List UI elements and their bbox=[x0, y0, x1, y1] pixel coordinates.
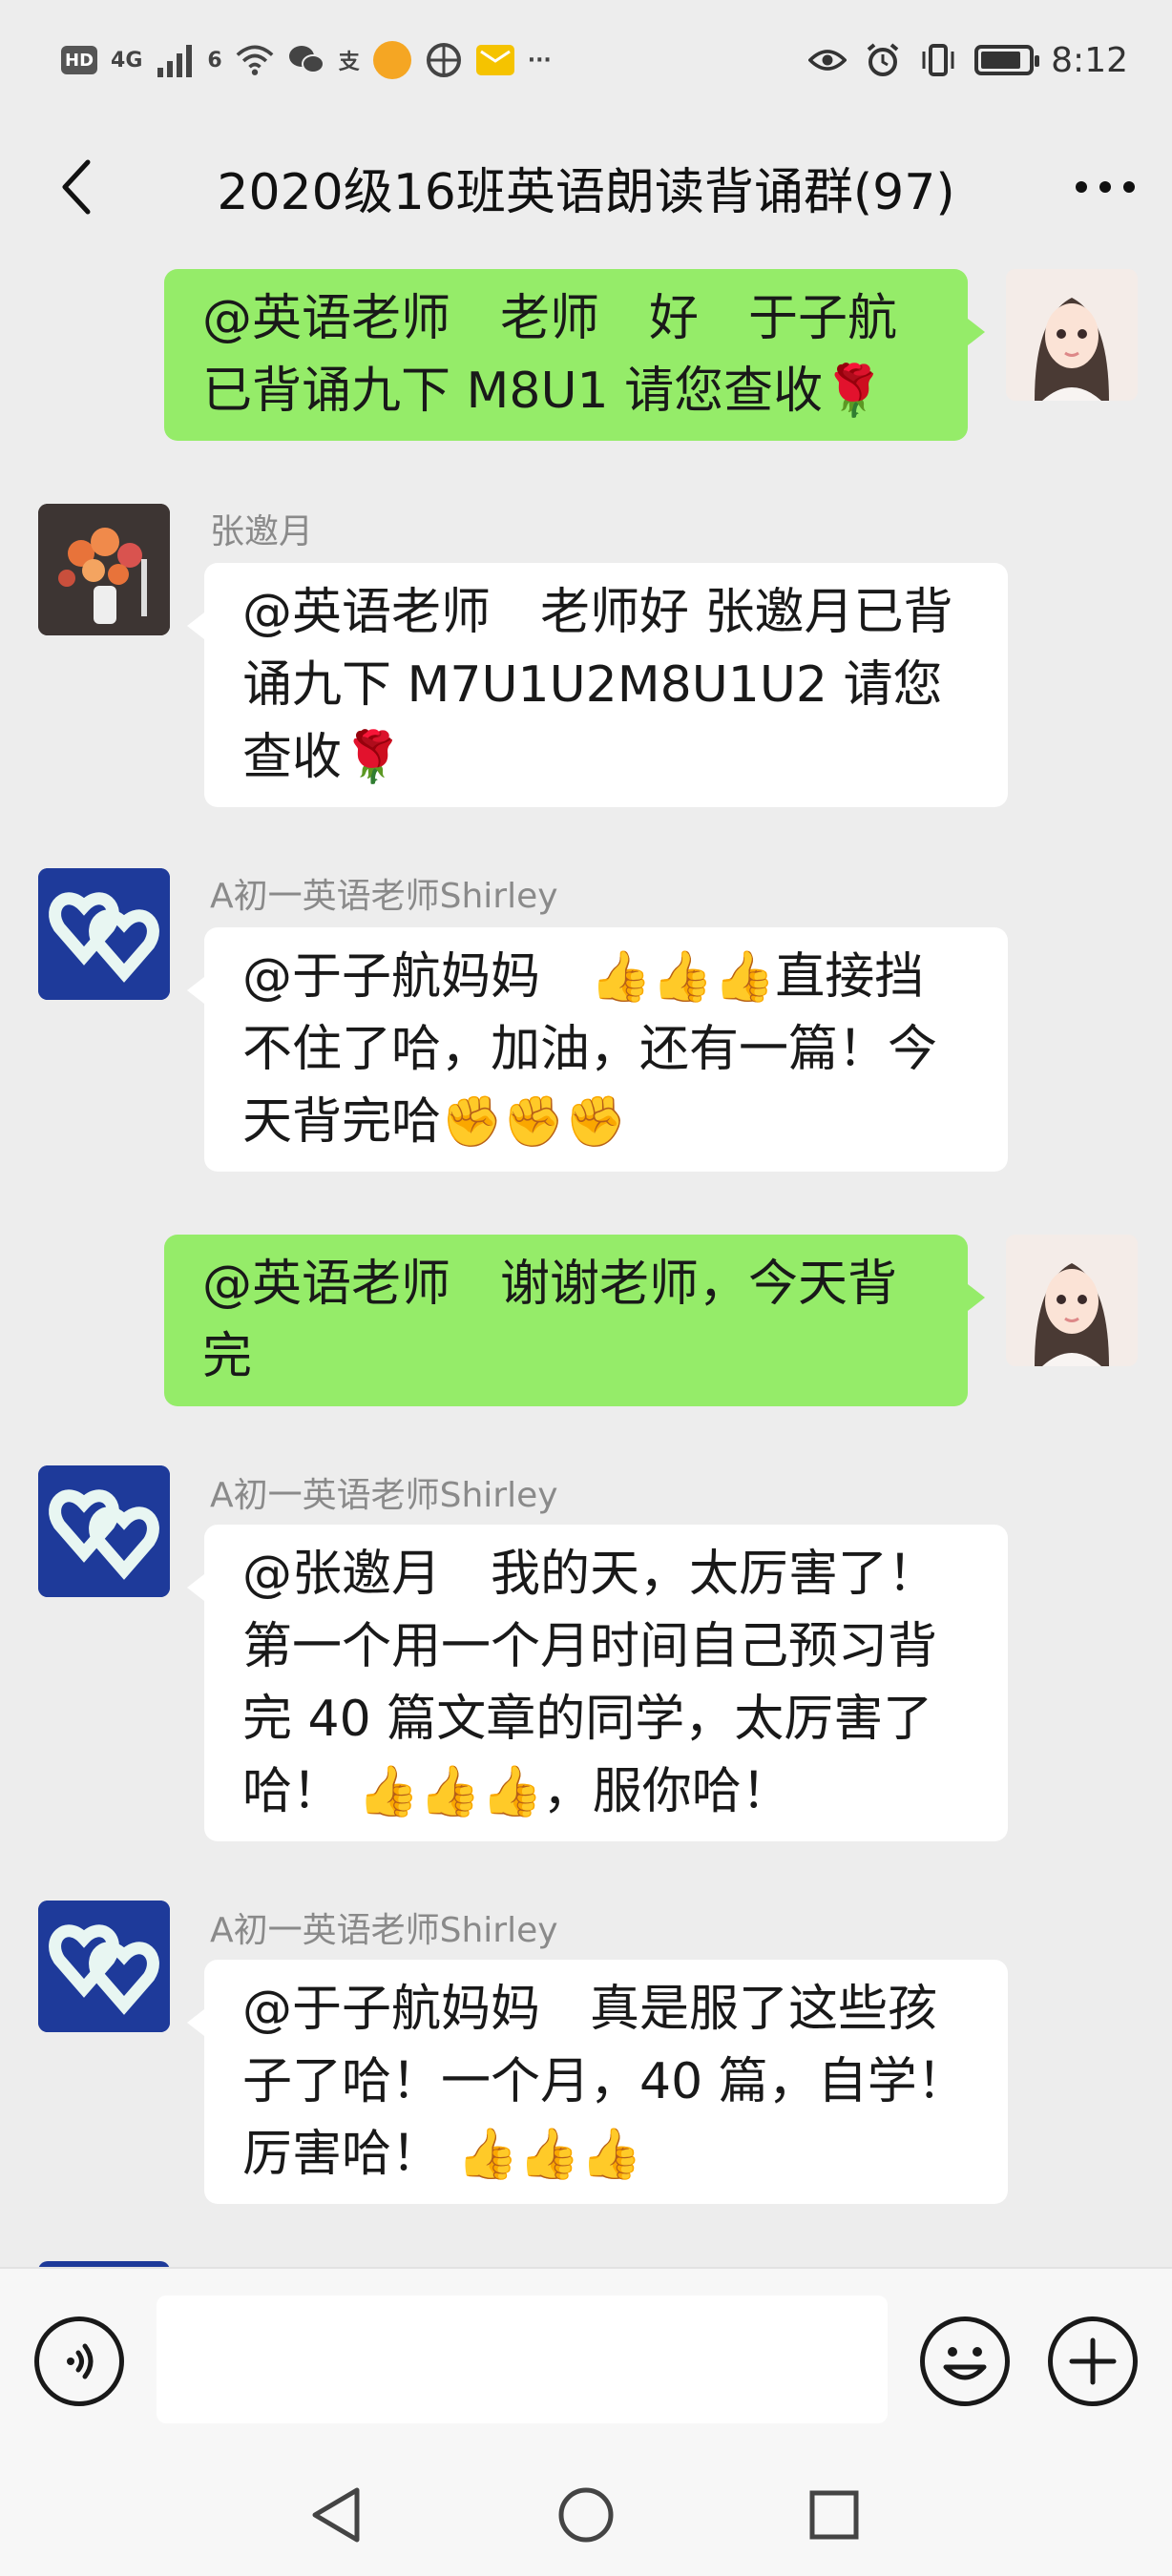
more-functions-button[interactable] bbox=[1048, 2316, 1138, 2406]
more-notifications: ··· bbox=[527, 48, 552, 73]
nav-recents-button[interactable] bbox=[786, 2467, 882, 2563]
sender-name: A初一英语老师Shirley bbox=[210, 1911, 558, 1950]
vibrate-icon bbox=[919, 41, 957, 79]
message-list[interactable]: @英语老师 老师 好 于子航已背诵九下 M8U1 请您查收🌹 张邀月 @英语老师… bbox=[0, 254, 1172, 2267]
wifi-generation: 6 bbox=[207, 48, 222, 73]
avatar[interactable] bbox=[38, 1465, 170, 1597]
page-title: 2020级16班英语朗读背诵群(97) bbox=[217, 163, 955, 221]
input-bar bbox=[0, 2267, 1172, 2448]
smiley-icon bbox=[943, 2347, 987, 2380]
battery-level bbox=[981, 52, 1020, 69]
mail-icon bbox=[475, 45, 514, 75]
sender-name: 张邀月 bbox=[210, 512, 314, 551]
chevron-left-icon bbox=[62, 159, 91, 215]
voice-input-button[interactable] bbox=[34, 2316, 124, 2406]
square-recents-icon bbox=[809, 2490, 859, 2540]
more-dots-icon bbox=[1076, 181, 1135, 193]
wifi-icon bbox=[236, 41, 274, 79]
basketball-icon bbox=[425, 41, 463, 79]
status-bar: HD 4G 6 支 ··· 8:12 bbox=[0, 0, 1172, 120]
status-left: HD 4G 6 支 ··· bbox=[61, 36, 552, 84]
sender-name: A初一英语老师Shirley bbox=[210, 1476, 558, 1515]
status-time: 8:12 bbox=[1051, 40, 1128, 80]
avatar[interactable] bbox=[38, 868, 170, 1000]
message-input[interactable] bbox=[157, 2296, 888, 2423]
plus-icon bbox=[1069, 2337, 1117, 2385]
message-bubble-other[interactable]: @于子航妈妈 真是服了这些孩子了哈！一个月，40 篇，自学！厉害哈！ 👍👍👍 bbox=[187, 1960, 1008, 2204]
alarm-icon bbox=[864, 41, 902, 79]
message-bubble-self[interactable]: @英语老师 老师 好 于子航已背诵九下 M8U1 请您查收🌹 bbox=[164, 269, 985, 441]
triangle-back-icon bbox=[312, 2487, 360, 2543]
wechat-icon bbox=[287, 41, 325, 79]
signal-icon bbox=[156, 41, 194, 79]
nav-home-button[interactable] bbox=[538, 2467, 634, 2563]
avatar[interactable] bbox=[1006, 269, 1138, 401]
nav-back-button[interactable] bbox=[288, 2467, 384, 2563]
message-bubble-other[interactable]: @于子航妈妈 👍👍👍直接挡不住了哈，加油，还有一篇！今天背完哈✊✊✊ bbox=[187, 927, 1008, 1172]
avatar[interactable] bbox=[38, 1901, 170, 2032]
alipay-icon: 支 bbox=[338, 51, 360, 74]
emoji-button[interactable] bbox=[920, 2316, 1010, 2406]
sender-name: A初一英语老师Shirley bbox=[210, 877, 558, 916]
hd-indicator: HD bbox=[61, 46, 98, 74]
more-options-button[interactable] bbox=[1067, 149, 1143, 225]
message-bubble-other[interactable]: @英语老师 老师好 张邀月已背诵九下 M7U1U2M8U1U2 请您查收🌹 bbox=[187, 563, 1008, 807]
avatar[interactable] bbox=[1006, 1235, 1138, 1366]
chat-header: 2020级16班英语朗读背诵群(97) bbox=[0, 120, 1172, 254]
back-button[interactable] bbox=[38, 149, 115, 225]
avatar[interactable] bbox=[38, 504, 170, 635]
system-navigation-bar bbox=[0, 2448, 1172, 2576]
network-type: 4G bbox=[111, 48, 143, 73]
status-right: 8:12 bbox=[808, 36, 1128, 84]
battery-icon bbox=[974, 45, 1040, 75]
circle-home-icon bbox=[558, 2487, 614, 2543]
voice-icon bbox=[67, 2343, 94, 2379]
eye-icon bbox=[808, 41, 848, 79]
message-bubble-self[interactable]: @英语老师 谢谢老师，今天背完 bbox=[164, 1235, 985, 1406]
app-notification-icon bbox=[372, 41, 411, 79]
message-bubble-other[interactable]: @张邀月 我的天，太厉害了！第一个用一个月时间自己预习背完 40 篇文章的同学，… bbox=[187, 1525, 1008, 1841]
